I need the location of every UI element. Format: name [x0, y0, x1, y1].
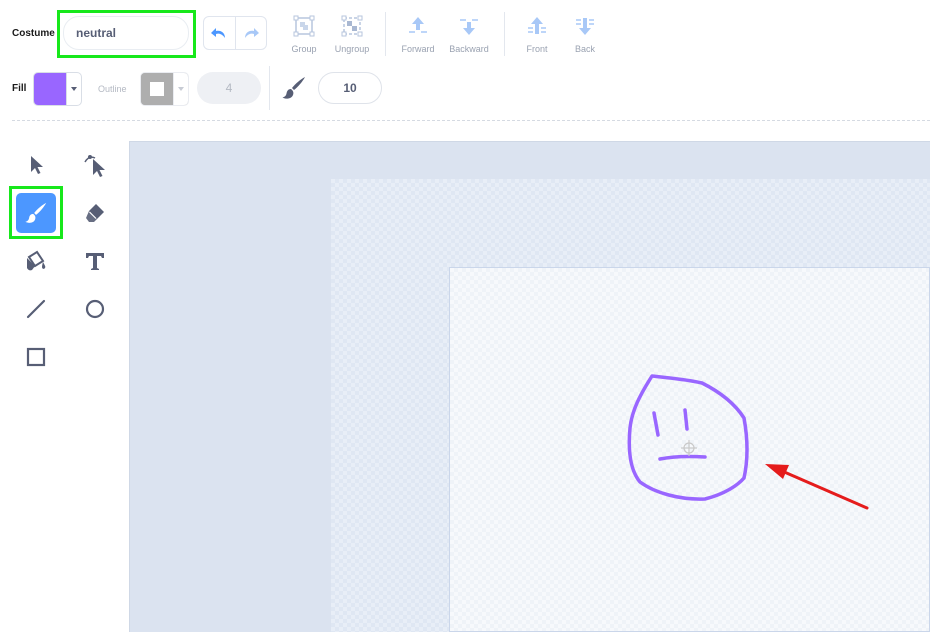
canvas-drawing-layer: [627, 374, 869, 510]
face-drawing: [627, 374, 749, 501]
rotation-center-icon: [681, 440, 697, 456]
annotation-arrow: [765, 464, 869, 510]
